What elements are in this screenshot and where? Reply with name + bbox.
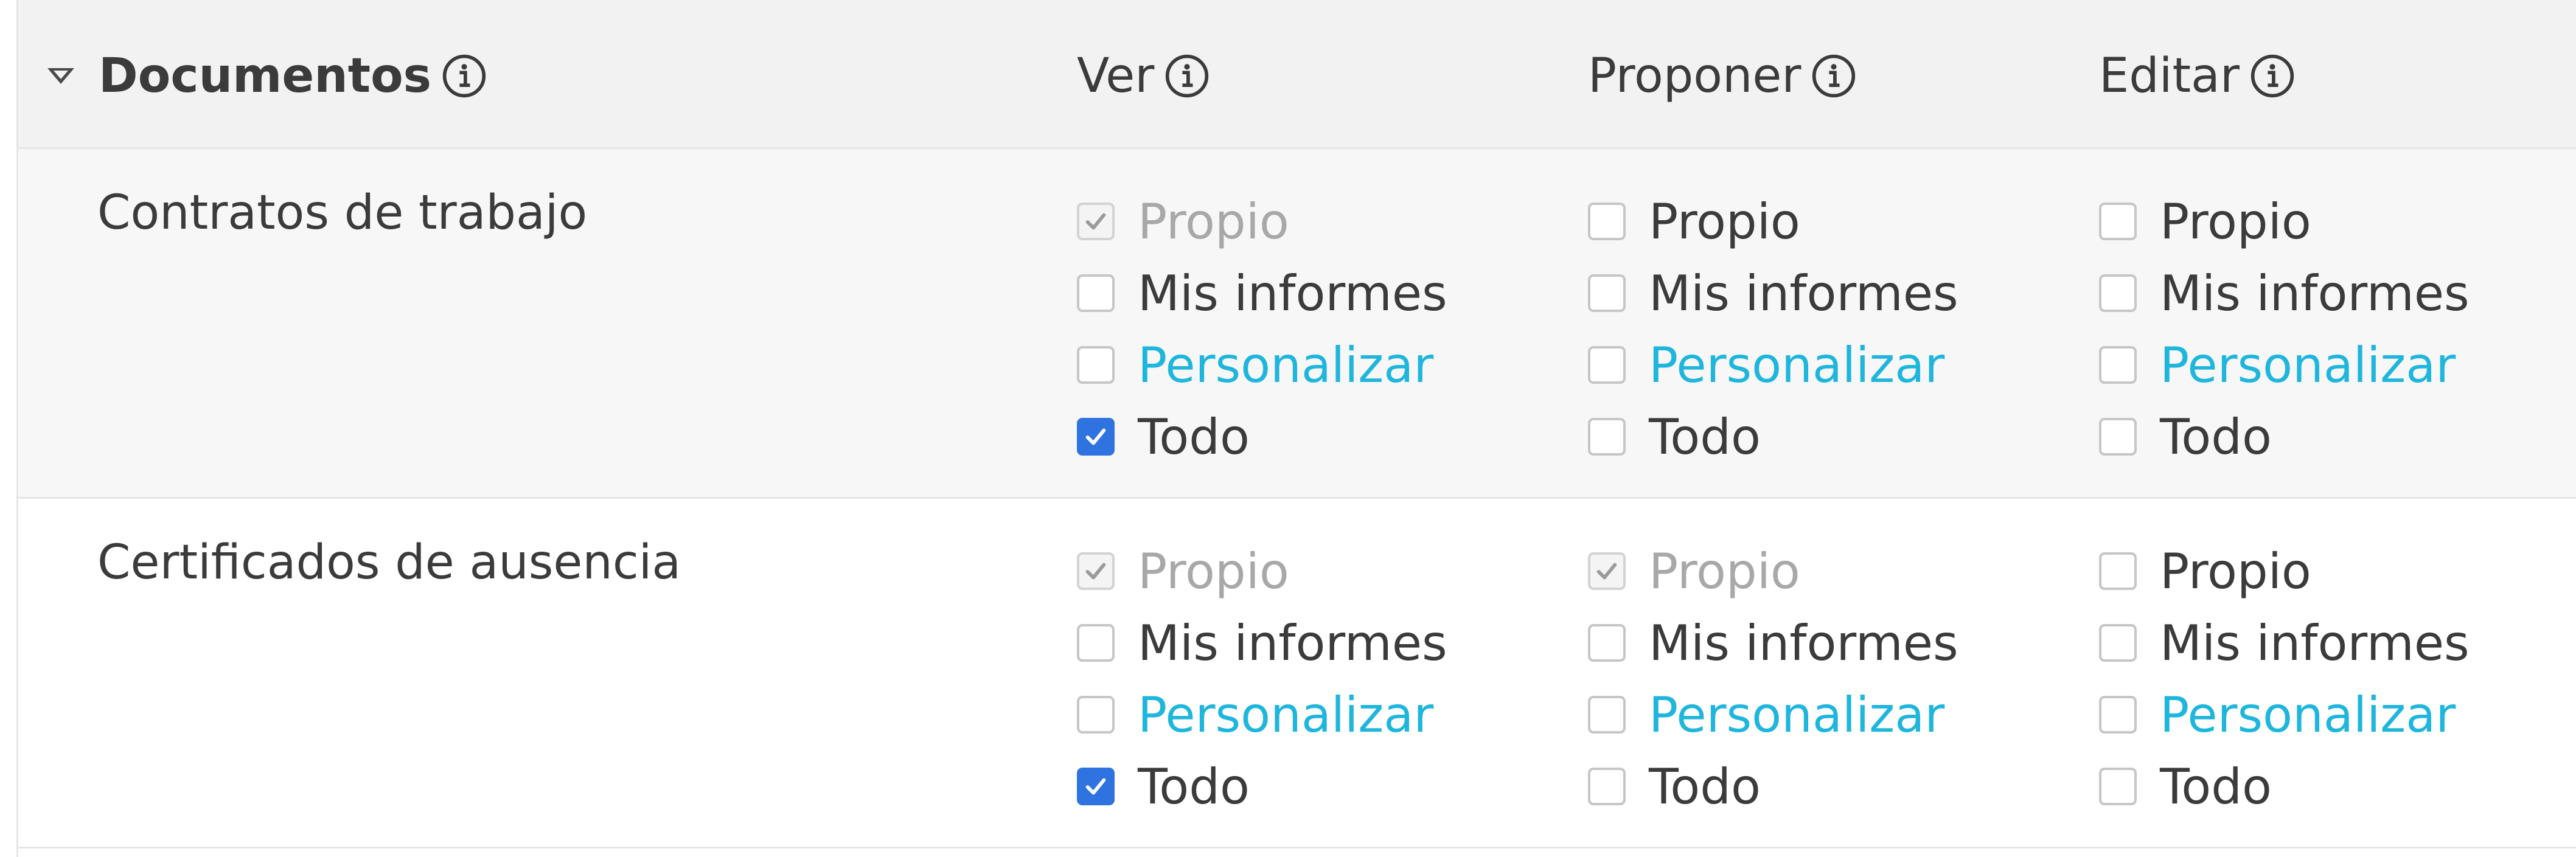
option-all[interactable]: Todo [2099,751,2470,822]
option-customize[interactable]: Personalizar [1588,679,1958,751]
option-label: Propio [2160,543,2311,600]
option-customize[interactable]: Personalizar [2099,329,2470,401]
option-my-reports[interactable]: Mis informes [1077,257,1447,329]
checkbox[interactable] [2099,624,2137,662]
column-header-propose: Proponer [1588,43,1857,109]
permission-row: Certificados de ausencia Propio Mis info… [18,499,2576,848]
option-label: Propio [1138,193,1289,250]
option-my-reports[interactable]: Mis informes [2099,257,2470,329]
checkbox[interactable] [1588,768,1626,805]
checkbox[interactable] [2099,346,2137,384]
option-own: Propio [1077,535,1447,607]
option-label: Propio [1649,193,1800,250]
checkbox[interactable] [2099,768,2137,805]
checkbox[interactable] [1077,768,1115,805]
customize-link[interactable]: Personalizar [1138,337,1433,394]
option-label: Mis informes [1138,614,1447,671]
checkbox[interactable] [1077,418,1115,456]
checkbox[interactable] [2099,552,2137,590]
checkbox[interactable] [1077,696,1115,734]
option-my-reports[interactable]: Mis informes [1588,607,1958,679]
info-icon[interactable] [441,53,487,99]
customize-link[interactable]: Personalizar [1649,337,1944,394]
checkbox[interactable] [1077,346,1115,384]
option-label: Mis informes [1138,265,1447,322]
checkbox[interactable] [1588,696,1626,734]
column-header-edit: Editar [2099,43,2296,109]
option-own: Propio [1588,535,1958,607]
info-icon[interactable] [1164,53,1210,99]
section-toggle[interactable]: Documentos [47,43,487,109]
checkbox [1588,552,1626,590]
checkbox [1077,552,1115,590]
column-header-propose-label: Proponer [1588,49,1801,103]
option-all[interactable]: Todo [1077,751,1447,822]
option-own[interactable]: Propio [2099,186,2470,257]
customize-link[interactable]: Personalizar [2160,687,2456,743]
option-my-reports[interactable]: Mis informes [1077,607,1447,679]
option-label: Todo [1649,758,1761,815]
row-label: Certificados de ausencia [97,535,681,590]
checkbox[interactable] [1588,203,1626,240]
column-header-view-label: Ver [1077,49,1155,103]
option-own[interactable]: Propio [2099,535,2470,607]
option-label: Mis informes [2160,265,2470,322]
view-options: Propio Mis informes Personalizar Todo [1077,535,1447,822]
checkbox [1077,203,1115,240]
section-header: Documentos Ver Proponer Editar [18,0,2576,149]
checkbox[interactable] [2099,203,2137,240]
option-label: Todo [2160,758,2272,815]
checkbox[interactable] [2099,418,2137,456]
permissions-panel: Documentos Ver Proponer Editar Contratos… [16,0,2576,857]
column-header-view: Ver [1077,43,1210,109]
info-icon[interactable] [1811,53,1857,99]
edit-options: Propio Mis informes Personalizar Todo [2099,535,2470,822]
option-all[interactable]: Todo [1588,401,1958,473]
triangle-down-icon[interactable] [47,68,74,84]
option-customize[interactable]: Personalizar [2099,679,2470,751]
checkbox[interactable] [1077,624,1115,662]
edit-options: Propio Mis informes Personalizar Todo [2099,186,2470,473]
checkbox[interactable] [1588,418,1626,456]
info-icon[interactable] [2249,53,2296,99]
option-label: Todo [2160,408,2272,465]
option-label: Mis informes [1649,265,1958,322]
option-own[interactable]: Propio [1588,186,1958,257]
section-title: Documentos [99,49,432,103]
option-label: Mis informes [1649,614,1958,671]
propose-options: Propio Mis informes Personalizar Todo [1588,535,1958,822]
option-customize[interactable]: Personalizar [1588,329,1958,401]
propose-options: Propio Mis informes Personalizar Todo [1588,186,1958,473]
checkbox[interactable] [1588,624,1626,662]
option-label: Propio [2160,193,2311,250]
option-my-reports[interactable]: Mis informes [2099,607,2470,679]
column-header-edit-label: Editar [2099,49,2240,103]
option-label: Todo [1649,408,1761,465]
checkbox[interactable] [1588,346,1626,384]
checkbox[interactable] [2099,274,2137,312]
customize-link[interactable]: Personalizar [1649,687,1944,743]
option-label: Todo [1138,408,1250,465]
checkbox[interactable] [2099,696,2137,734]
option-label: Mis informes [2160,614,2470,671]
checkbox[interactable] [1077,274,1115,312]
option-label: Propio [1649,543,1800,600]
option-all[interactable]: Todo [1077,401,1447,473]
option-customize[interactable]: Personalizar [1077,329,1447,401]
option-label: Todo [1138,758,1250,815]
row-label: Contratos de trabajo [97,186,588,240]
customize-link[interactable]: Personalizar [2160,337,2456,394]
option-all[interactable]: Todo [2099,401,2470,473]
option-all[interactable]: Todo [1588,751,1958,822]
option-label: Propio [1138,543,1289,600]
customize-link[interactable]: Personalizar [1138,687,1433,743]
option-own: Propio [1077,186,1447,257]
option-my-reports[interactable]: Mis informes [1588,257,1958,329]
permission-row: Contratos de trabajo Propio Mis informes… [18,149,2576,499]
checkbox[interactable] [1588,274,1626,312]
option-customize[interactable]: Personalizar [1077,679,1447,751]
view-options: Propio Mis informes Personalizar Todo [1077,186,1447,473]
